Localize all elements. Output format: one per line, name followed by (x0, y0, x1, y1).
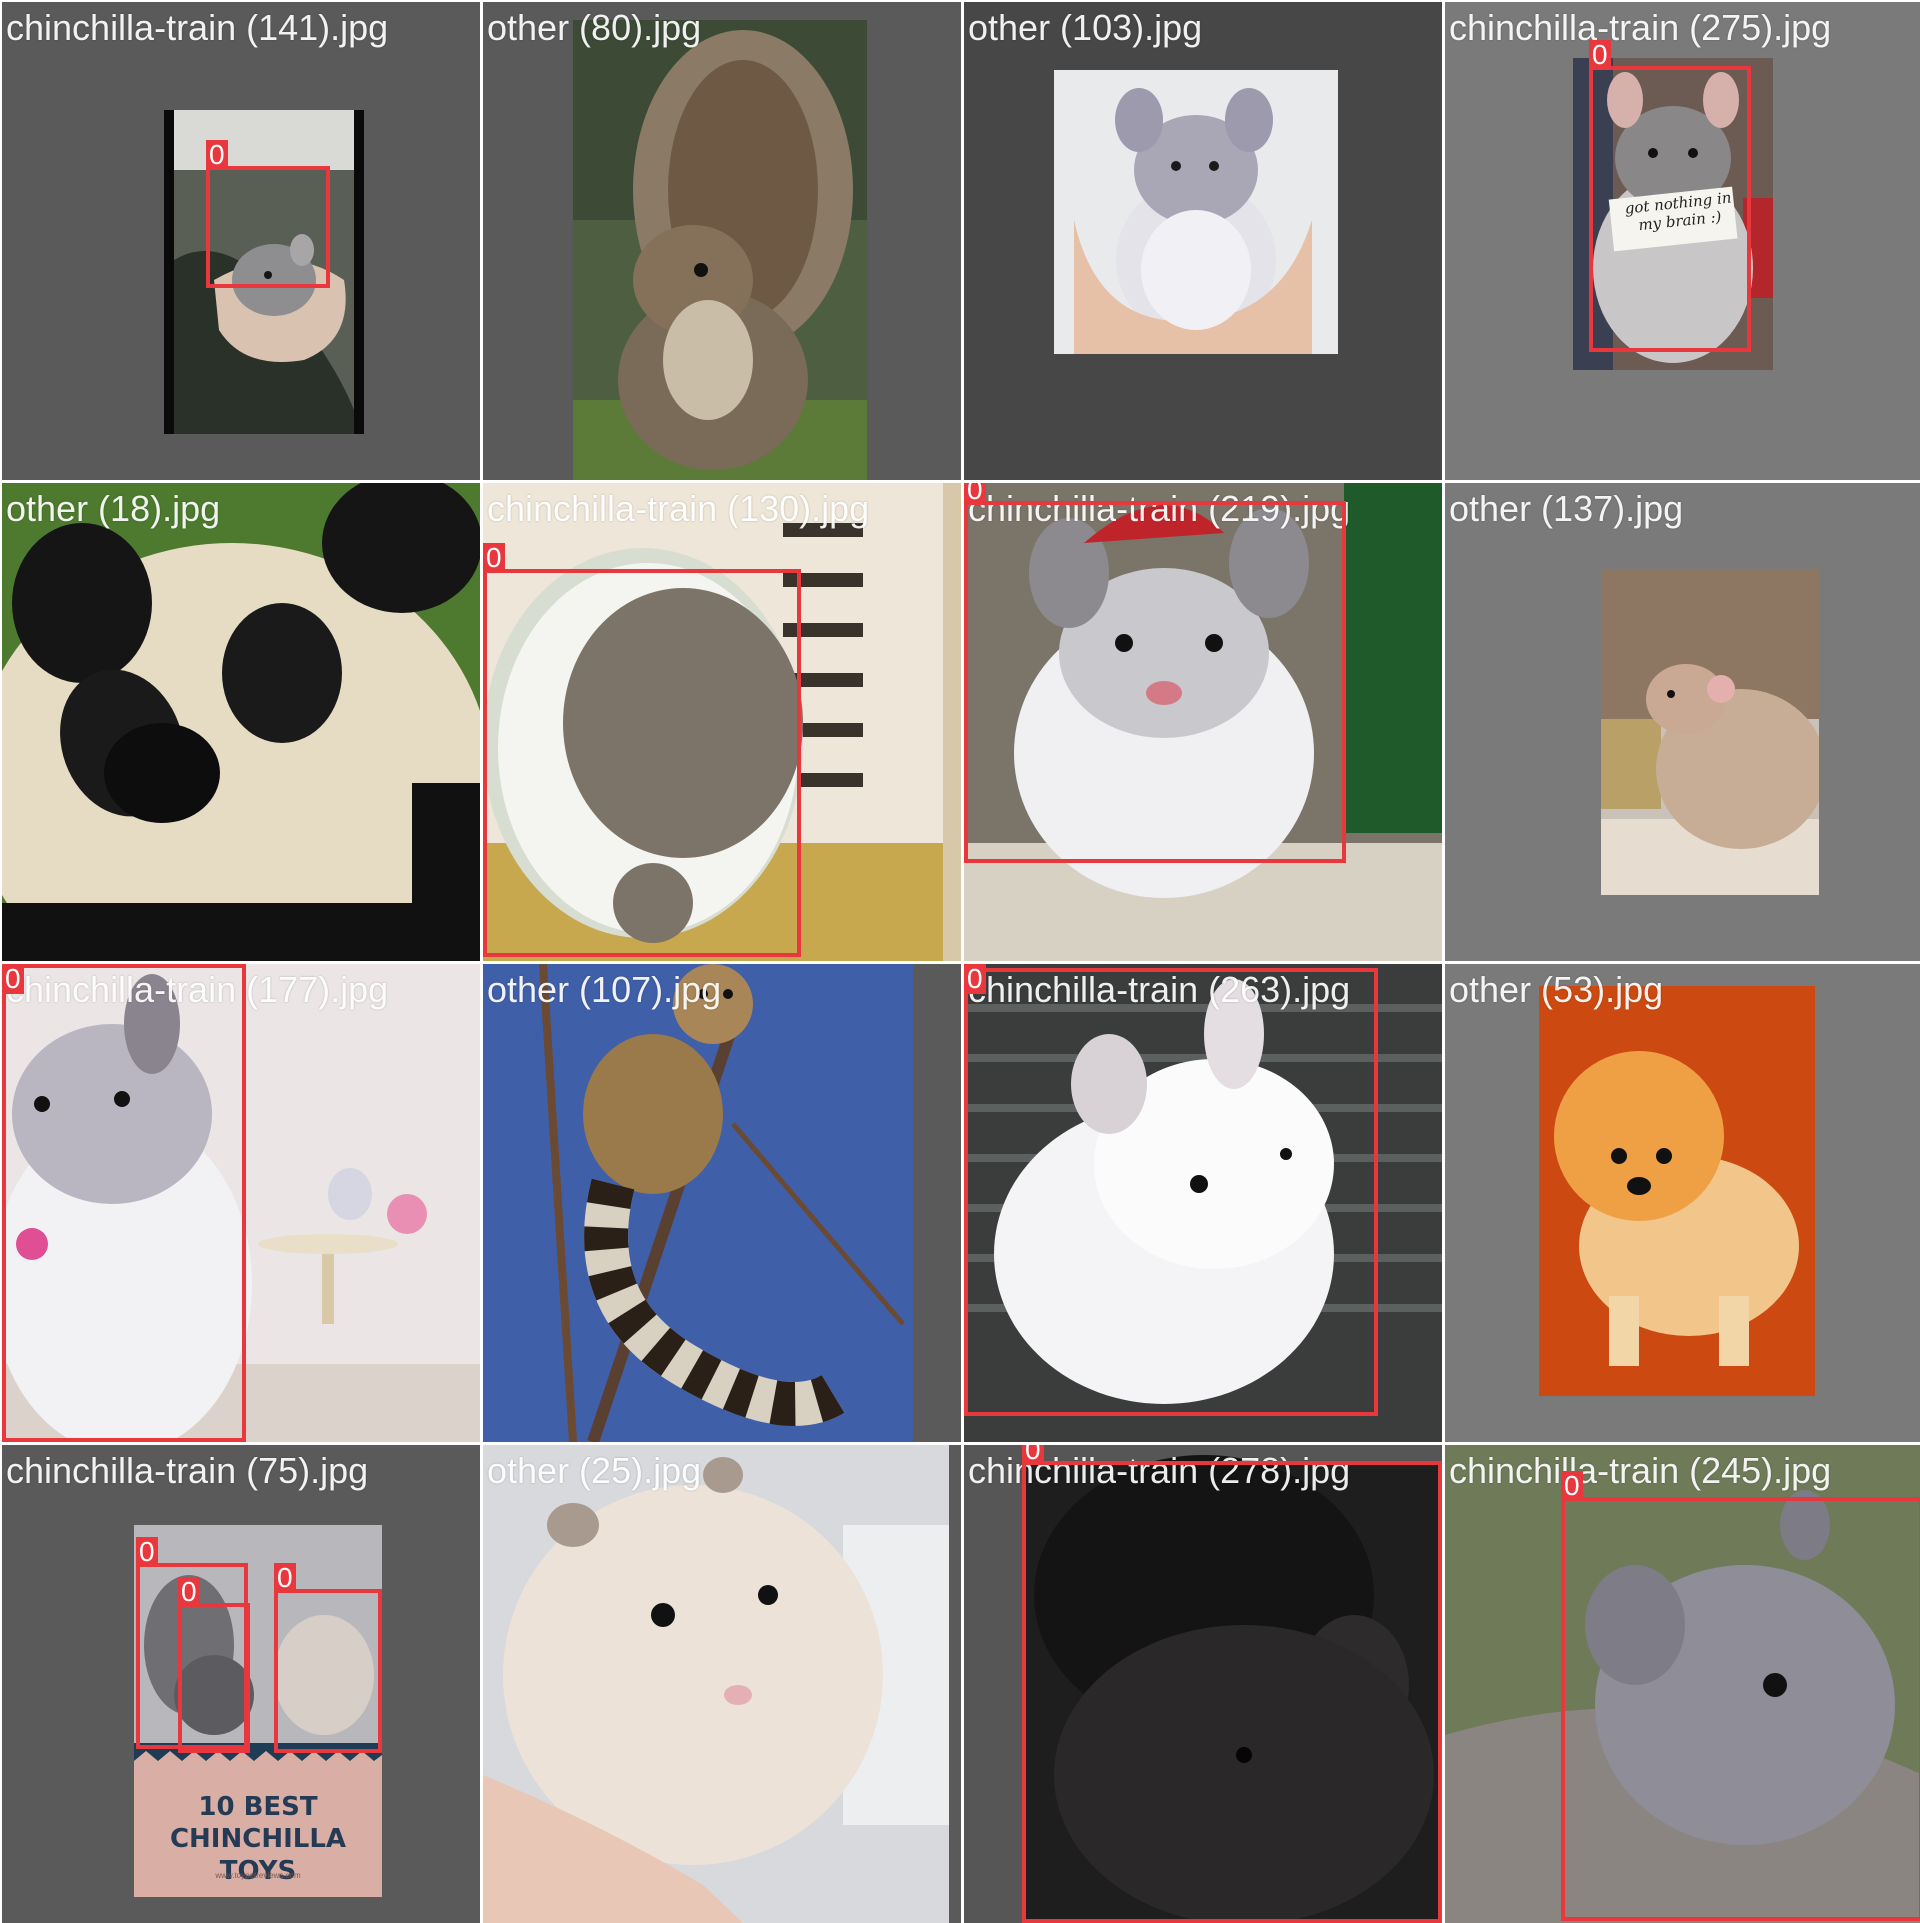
photo (573, 20, 867, 480)
class-label: 0 (1561, 1471, 1583, 1501)
tile-other-25[interactable]: other (25).jpg (483, 1445, 961, 1923)
filename-label: chinchilla-train (275).jpg (1449, 7, 1832, 48)
class-label: 0 (206, 140, 228, 170)
tile-chinchilla-177[interactable]: chinchilla-train (177).jpg 0 (2, 964, 480, 1442)
detection-box[interactable]: 0 (206, 140, 330, 288)
filename-label: chinchilla-train (130).jpg (487, 488, 870, 529)
tile-chinchilla-278[interactable]: chinchilla-train (278).jpg 0 (964, 1445, 1442, 1923)
class-label: 0 (964, 483, 986, 505)
detection-box[interactable]: 0 (483, 543, 801, 957)
tile-chinchilla-130[interactable]: chinchilla-train (130).jpg 0 (483, 483, 961, 961)
tile-chinchilla-219[interactable]: chinchilla-train (219).jpg 0 (964, 483, 1442, 961)
filename-label: chinchilla-train (141).jpg (6, 7, 389, 48)
filename-label: chinchilla-train (75).jpg (6, 1450, 369, 1491)
photo (1054, 70, 1338, 354)
class-label: 0 (2, 964, 24, 994)
class-label: 0 (136, 1537, 158, 1567)
detection-box[interactable]: 0 (1561, 1471, 1920, 1921)
photo (483, 964, 913, 1442)
detection-box[interactable]: 0 (1022, 1445, 1442, 1923)
tile-other-18[interactable]: other (18).jpg (2, 483, 480, 961)
tile-other-103[interactable]: other (103).jpg (964, 2, 1442, 480)
tile-other-137[interactable]: other (137).jpg (1445, 483, 1920, 961)
detection-box[interactable]: 0 (1589, 40, 1751, 352)
detection-box[interactable]: 0 (178, 1577, 250, 1753)
detection-box[interactable]: 0 (964, 483, 1346, 863)
class-label: 0 (1022, 1445, 1044, 1465)
detection-box[interactable]: 0 (964, 964, 1378, 1416)
filename-label: other (53).jpg (1449, 969, 1664, 1010)
filename-label: other (18).jpg (6, 488, 221, 529)
photo (1601, 569, 1819, 895)
tile-chinchilla-263[interactable]: chinchilla-train (263).jpg 0 (964, 964, 1442, 1442)
filename-label: other (137).jpg (1449, 488, 1684, 529)
class-label: 0 (1589, 40, 1611, 70)
tile-chinchilla-275[interactable]: got nothing in my brain :) chinchilla-tr… (1445, 2, 1920, 480)
class-label: 0 (178, 1577, 200, 1607)
filename-label: chinchilla-train (245).jpg (1449, 1450, 1832, 1491)
filename-label: other (25).jpg (487, 1450, 702, 1491)
detection-box[interactable]: 0 (274, 1563, 382, 1753)
tile-other-107[interactable]: other (107).jpg (483, 964, 961, 1442)
poster-url: www.toypetreviews.com (215, 1871, 301, 1880)
tile-chinchilla-75[interactable]: 10 BEST CHINCHILLA TOYS www.toypetreview… (2, 1445, 480, 1923)
photo (2, 483, 480, 961)
detection-box[interactable]: 0 (2, 964, 246, 1442)
tile-other-53[interactable]: other (53).jpg (1445, 964, 1920, 1442)
filename-label: other (103).jpg (968, 7, 1203, 48)
tile-chinchilla-245[interactable]: chinchilla-train (245).jpg 0 (1445, 1445, 1920, 1923)
photo (1539, 986, 1815, 1396)
filename-label: other (80).jpg (487, 7, 702, 48)
tile-other-80[interactable]: other (80).jpg (483, 2, 961, 480)
photo (483, 1445, 949, 1923)
filename-label: other (107).jpg (487, 969, 722, 1010)
class-label: 0 (274, 1563, 296, 1593)
tile-chinchilla-141[interactable]: chinchilla-train (141).jpg 0 (2, 2, 480, 480)
class-label: 0 (964, 964, 986, 994)
class-label: 0 (483, 543, 505, 573)
mosaic-grid: chinchilla-train (141).jpg 0 other (80).… (0, 0, 1920, 1923)
